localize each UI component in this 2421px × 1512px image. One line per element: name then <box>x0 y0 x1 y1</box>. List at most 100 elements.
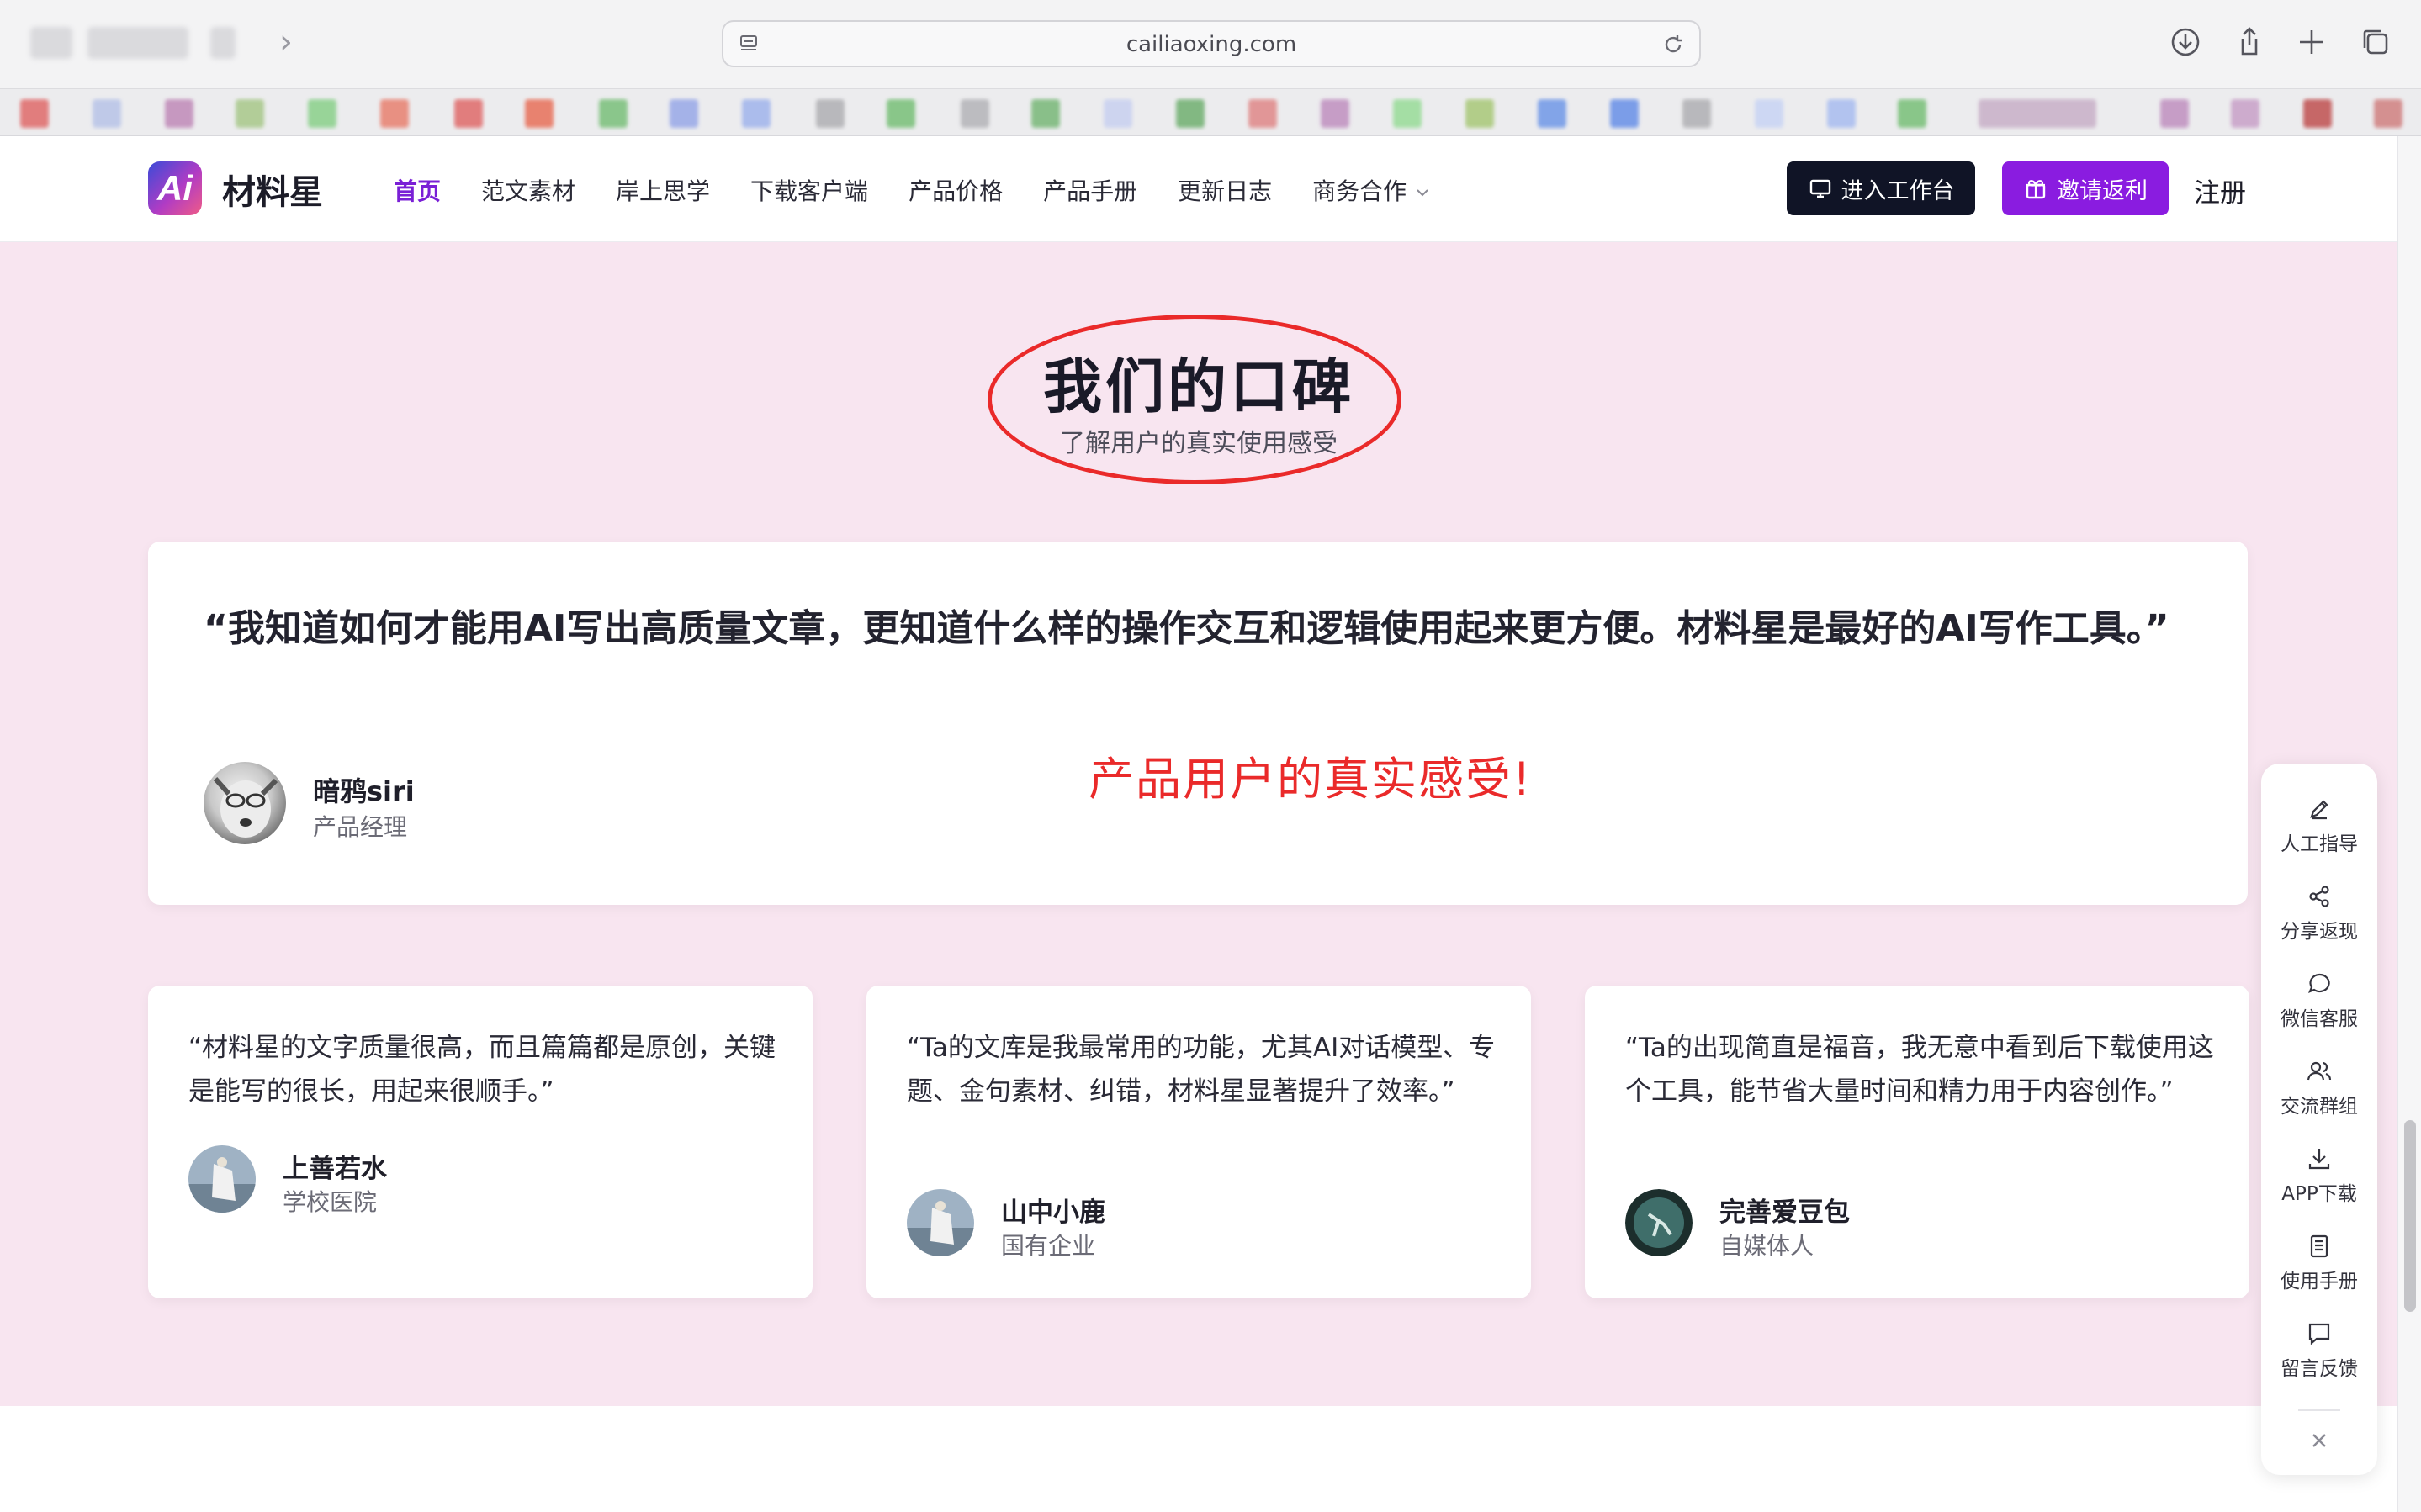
favorite-item[interactable] <box>93 99 121 128</box>
favorite-item[interactable] <box>525 99 554 128</box>
url-text: cailiaoxing.com <box>1126 32 1297 57</box>
nav-item-business-label: 商务合作 <box>1312 177 1407 205</box>
favorite-item[interactable] <box>1176 99 1205 128</box>
favorites-bar <box>0 89 2421 136</box>
favorite-item[interactable] <box>2303 99 2332 128</box>
testimonial-user-role: 学校医院 <box>283 1188 378 1216</box>
register-link[interactable]: 注册 <box>2194 172 2246 209</box>
side-item-share-cashback[interactable]: 分享返现 <box>2261 870 2377 950</box>
annotation-text: 产品用户的真实感受! <box>1089 753 1533 806</box>
favorite-item[interactable] <box>961 99 989 128</box>
nav-item-changelog[interactable]: 更新日志 <box>1178 173 1272 207</box>
favorite-item[interactable] <box>20 99 49 128</box>
favorite-item[interactable] <box>454 99 483 128</box>
favorite-item[interactable] <box>670 99 698 128</box>
chevron-down-icon <box>1417 189 1428 197</box>
testimonial-card: “Ta的文库是我最常用的功能，尤其AI对话模型、专题、金句素材、纠错，材料星显著… <box>866 986 1531 1298</box>
favorite-item[interactable] <box>236 99 264 128</box>
side-item-label: 使用手册 <box>2281 1271 2358 1293</box>
reload-icon[interactable] <box>1661 32 1686 57</box>
nav-item-download-client[interactable]: 下载客户端 <box>750 173 868 207</box>
nav-item-pricing[interactable]: 产品价格 <box>909 173 1003 207</box>
chat-bubble-icon <box>2308 973 2330 993</box>
testimonial-user-name: 完善爱豆包 <box>1719 1197 1850 1228</box>
favorite-item[interactable] <box>1248 99 1277 128</box>
favorite-item[interactable] <box>2231 99 2259 128</box>
divider <box>2298 1409 2340 1411</box>
avatar <box>1625 1189 1693 1256</box>
testimonial-user-role: 国有企业 <box>1001 1232 1096 1260</box>
avatar <box>907 1189 974 1256</box>
nav-item-home[interactable]: 首页 <box>394 173 441 207</box>
favorite-item[interactable] <box>1610 99 1639 128</box>
blurred-back-button <box>210 27 236 59</box>
favorite-item[interactable] <box>887 99 915 128</box>
share-icon[interactable] <box>2231 24 2268 61</box>
side-item-label: 交流群组 <box>2281 1096 2358 1118</box>
avatar-image <box>1625 1189 1693 1256</box>
forward-arrow-icon[interactable]: › <box>266 20 306 64</box>
featured-user-name: 暗鸦siri <box>313 775 415 807</box>
nav-item-anshang[interactable]: 岸上思学 <box>616 173 710 207</box>
side-item-user-manual[interactable]: 使用手册 <box>2261 1219 2377 1300</box>
dog-avatar-image <box>213 777 278 838</box>
enter-workbench-label: 进入工作台 <box>1841 177 1955 204</box>
close-icon[interactable] <box>2303 1425 2335 1456</box>
nav-item-samples[interactable]: 范文素材 <box>481 173 575 207</box>
favorite-item[interactable] <box>1755 99 1783 128</box>
side-item-app-download[interactable]: APP下载 <box>2261 1132 2377 1213</box>
address-bar[interactable]: cailiaoxing.com <box>722 20 1701 67</box>
nav-item-business[interactable]: 商务合作 <box>1312 173 1430 207</box>
testimonial-user-name: 山中小鹿 <box>1001 1197 1105 1228</box>
favorite-item[interactable] <box>1538 99 1566 128</box>
side-item-label: 微信客服 <box>2281 1008 2358 1030</box>
avatar-image <box>188 1145 256 1213</box>
favorite-item[interactable] <box>1393 99 1422 128</box>
site-header: Ai 材料星 首页 范文素材 岸上思学 下载客户端 产品价格 产品手册 更新日志… <box>0 136 2397 242</box>
testimonial-card: “Ta的出现简直是福音，我无意中看到后下载使用这个工具，能节省大量时间和精力用于… <box>1585 986 2249 1298</box>
annotation-ellipse <box>988 315 1401 484</box>
favorite-item[interactable] <box>308 99 336 128</box>
favorite-item[interactable] <box>1827 99 1856 128</box>
testimonial-quote: “Ta的文库是我最常用的功能，尤其AI对话模型、专题、金句素材、纠错，材料星显著… <box>907 1033 1496 1107</box>
logo[interactable]: Ai <box>148 161 202 215</box>
favorite-item[interactable] <box>380 99 409 128</box>
new-tab-icon[interactable] <box>2293 24 2330 61</box>
blurred-sidebar-toggle <box>30 27 72 59</box>
favorite-item[interactable] <box>1898 99 1926 128</box>
page-footer-area <box>0 1406 2397 1512</box>
favorite-item[interactable] <box>2374 99 2402 128</box>
message-icon <box>2308 1323 2330 1345</box>
favorite-item[interactable] <box>1031 99 1060 128</box>
floating-side-toolbar: 人工指导 分享返现 微信客服 交流群组 APP下载 使用手册 留言反馈 <box>2261 764 2377 1475</box>
favorite-item[interactable] <box>1104 99 1132 128</box>
tab-overview-icon[interactable] <box>2357 24 2394 61</box>
favorite-item[interactable] <box>2160 99 2189 128</box>
invite-rebate-label: 邀请返利 <box>2057 177 2148 204</box>
monitor-icon <box>1809 179 1830 198</box>
favorite-item[interactable] <box>742 99 771 128</box>
invite-rebate-button[interactable]: 邀请返利 <box>2002 161 2169 215</box>
side-item-wechat-service[interactable]: 微信客服 <box>2261 957 2377 1038</box>
side-item-feedback[interactable]: 留言反馈 <box>2261 1307 2377 1388</box>
side-item-manual-guidance[interactable]: 人工指导 <box>2261 782 2377 863</box>
nav-item-manual[interactable]: 产品手册 <box>1043 173 1137 207</box>
side-item-groups[interactable]: 交流群组 <box>2261 1044 2377 1125</box>
favorite-item[interactable] <box>165 99 193 128</box>
brand-name[interactable]: 材料星 <box>222 165 323 214</box>
testimonial-user-role: 自媒体人 <box>1719 1232 1814 1260</box>
favorite-item[interactable] <box>1465 99 1494 128</box>
side-item-label: APP下载 <box>2281 1183 2357 1205</box>
favorite-item[interactable] <box>1682 99 1711 128</box>
pen-icon <box>2310 800 2328 820</box>
enter-workbench-button[interactable]: 进入工作台 <box>1787 161 1975 215</box>
favorite-item[interactable] <box>1321 99 1349 128</box>
favorite-item[interactable] <box>816 99 845 128</box>
featured-user-role: 产品经理 <box>313 813 408 841</box>
testimonial-quote: “材料星的文字质量很高，而且篇篇都是原创，关键是能写的很长，用起来很顺手。” <box>188 1033 776 1107</box>
scrollbar-thumb[interactable] <box>2404 1120 2416 1312</box>
downloads-icon[interactable] <box>2167 24 2204 61</box>
favorite-item[interactable] <box>599 99 628 128</box>
favorite-item[interactable] <box>1979 99 2096 128</box>
testimonial-quote: “Ta的出现简直是福音，我无意中看到后下载使用这个工具，能节省大量时间和精力用于… <box>1625 1033 2214 1107</box>
